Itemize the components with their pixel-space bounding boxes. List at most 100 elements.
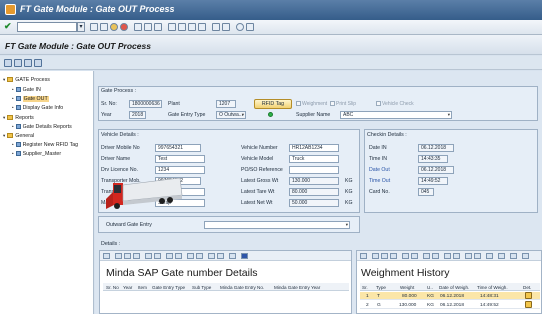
layout-icon[interactable] bbox=[474, 253, 481, 259]
column-det[interactable]: Det. bbox=[523, 285, 531, 290]
views-icon[interactable] bbox=[196, 253, 203, 259]
find-icon[interactable] bbox=[133, 253, 140, 259]
vehicle-model-field[interactable]: Truck bbox=[289, 155, 339, 163]
tree-node-reports[interactable]: ▾ Reports bbox=[3, 115, 34, 121]
enter-check-icon[interactable]: ✔ bbox=[4, 21, 12, 32]
tree-node-general[interactable]: ▾ General bbox=[3, 133, 34, 139]
column-date-of-weigh[interactable]: Date of Weigh. bbox=[439, 285, 469, 290]
column-year[interactable]: Year bbox=[123, 285, 132, 290]
graphic-icon[interactable] bbox=[486, 253, 493, 259]
find-next-icon[interactable] bbox=[154, 23, 162, 31]
save-icon[interactable] bbox=[90, 23, 98, 31]
cancel-icon[interactable] bbox=[120, 23, 128, 31]
sort-descending-icon[interactable] bbox=[381, 253, 388, 259]
time-in-field[interactable]: 14:43:35 bbox=[418, 155, 448, 163]
card-no-field[interactable]: 045 bbox=[418, 188, 434, 196]
print-icon[interactable] bbox=[187, 253, 194, 259]
sort-ascending-icon[interactable] bbox=[115, 253, 122, 259]
column-settings-icon[interactable] bbox=[510, 253, 517, 259]
settings-icon[interactable] bbox=[522, 253, 529, 259]
latest-tare-field[interactable]: 80.000 bbox=[289, 188, 339, 196]
tree-node-gate-out[interactable]: • Gate OUT bbox=[12, 96, 49, 102]
column-gate-entry-type[interactable]: Gate Entry Type bbox=[152, 285, 185, 290]
column-sub-type[interactable]: Sub Type bbox=[192, 285, 211, 290]
detail-magnifier-icon[interactable] bbox=[525, 292, 532, 299]
filter-icon[interactable] bbox=[145, 253, 152, 259]
command-field[interactable] bbox=[17, 22, 77, 32]
export-icon[interactable] bbox=[208, 253, 215, 259]
tree-node-display-gate-info[interactable]: • Display Gate Info bbox=[12, 105, 63, 111]
detail-magnifier-icon[interactable] bbox=[525, 301, 532, 308]
clear-icon[interactable] bbox=[34, 59, 42, 67]
year-field[interactable]: 2018 bbox=[129, 111, 146, 119]
latest-gross-field[interactable]: 130.000 bbox=[289, 177, 339, 185]
driver-mobile-field[interactable]: 997654321 bbox=[155, 144, 201, 152]
back-icon[interactable] bbox=[100, 23, 108, 31]
column-time-of-weigh[interactable]: Time of Weigh. bbox=[477, 285, 508, 290]
help-icon[interactable] bbox=[236, 23, 244, 31]
latest-net-field[interactable]: 50.000 bbox=[289, 199, 339, 207]
vehicle-check-checkbox[interactable]: Vehicle Check bbox=[376, 101, 414, 107]
shortcut-icon[interactable] bbox=[222, 23, 230, 31]
supplier-name-select[interactable]: ABC ▾ bbox=[340, 111, 452, 119]
save-data-icon[interactable] bbox=[14, 59, 22, 67]
info-icon[interactable] bbox=[241, 253, 248, 259]
column-minda-gate-entry-no[interactable]: Minda Gate Entry No. bbox=[220, 285, 264, 290]
sort-descending-icon[interactable] bbox=[124, 253, 131, 259]
column-item[interactable]: Item bbox=[138, 285, 147, 290]
filter-dropdown-icon[interactable] bbox=[154, 253, 161, 259]
subtotal-icon[interactable] bbox=[432, 253, 439, 259]
command-dropdown-icon[interactable]: ▾ bbox=[77, 22, 85, 32]
rfid-tag-button[interactable]: RFID Tag bbox=[254, 99, 292, 109]
drv-licence-field[interactable]: 1234 bbox=[155, 166, 205, 174]
po-so-field[interactable] bbox=[289, 166, 339, 174]
plant-field[interactable]: 1207 bbox=[216, 100, 236, 108]
new-session-icon[interactable] bbox=[212, 23, 220, 31]
column-sr[interactable]: Sr. bbox=[362, 285, 368, 290]
display-icon[interactable] bbox=[24, 59, 32, 67]
tree-node-register-rfid[interactable]: • Register New RFID Tag bbox=[12, 142, 78, 148]
driver-name-field[interactable]: Test bbox=[155, 155, 205, 163]
sr-no-field[interactable]: 1800000636 bbox=[129, 100, 162, 108]
find-icon[interactable] bbox=[390, 253, 397, 259]
refresh-icon[interactable] bbox=[4, 59, 12, 67]
sum-icon[interactable] bbox=[166, 253, 173, 259]
exit-icon[interactable] bbox=[110, 23, 118, 31]
column-minda-gate-entry-year[interactable]: Minda Gate Entry Year bbox=[274, 285, 320, 290]
subtotal-icon[interactable] bbox=[175, 253, 182, 259]
filter-icon[interactable] bbox=[402, 253, 409, 259]
views-icon[interactable] bbox=[453, 253, 460, 259]
print-icon[interactable] bbox=[444, 253, 451, 259]
date-in-field[interactable]: 06.12.2018 bbox=[418, 144, 454, 152]
next-page-icon[interactable] bbox=[188, 23, 196, 31]
vehicle-number-field[interactable]: HR12AB1234 bbox=[289, 144, 339, 152]
first-page-icon[interactable] bbox=[168, 23, 176, 31]
tree-node-supplier-master[interactable]: • Supplier_Master bbox=[12, 151, 61, 157]
sort-ascending-icon[interactable] bbox=[372, 253, 379, 259]
gate-entry-type-select[interactable]: O Outwa... ▾ bbox=[216, 111, 246, 119]
tree-node-gate-process[interactable]: ▾ GATE Process bbox=[3, 77, 50, 83]
print-slip-checkbox[interactable]: Print Slip bbox=[330, 101, 356, 107]
column-weight[interactable]: Weight bbox=[400, 285, 414, 290]
date-out-field[interactable]: 06.12.2018 bbox=[418, 166, 454, 174]
outward-gate-entry-select[interactable]: ▾ bbox=[204, 221, 350, 229]
column-unit[interactable]: U.. bbox=[427, 285, 433, 290]
previous-page-icon[interactable] bbox=[178, 23, 186, 31]
column-type[interactable]: Type bbox=[376, 285, 386, 290]
last-page-icon[interactable] bbox=[198, 23, 206, 31]
tree-node-gate-details-reports[interactable]: • Gate Details Reports bbox=[12, 124, 72, 130]
details-icon[interactable] bbox=[103, 253, 110, 259]
layout-icon[interactable] bbox=[217, 253, 224, 259]
print-icon[interactable] bbox=[134, 23, 142, 31]
tree-node-gate-in[interactable]: • Gate IN bbox=[12, 87, 41, 93]
details-icon[interactable] bbox=[360, 253, 367, 259]
time-out-field[interactable]: 14:49:52 bbox=[418, 177, 448, 185]
layout-menu-icon[interactable] bbox=[246, 23, 254, 31]
graphic-icon[interactable] bbox=[229, 253, 236, 259]
sum-icon[interactable] bbox=[423, 253, 430, 259]
find-icon[interactable] bbox=[144, 23, 152, 31]
more-icon[interactable] bbox=[498, 253, 505, 259]
weighment-checkbox[interactable]: Weighment bbox=[296, 101, 327, 107]
filter-dropdown-icon[interactable] bbox=[411, 253, 418, 259]
column-sr-no[interactable]: Sr. No bbox=[106, 285, 119, 290]
